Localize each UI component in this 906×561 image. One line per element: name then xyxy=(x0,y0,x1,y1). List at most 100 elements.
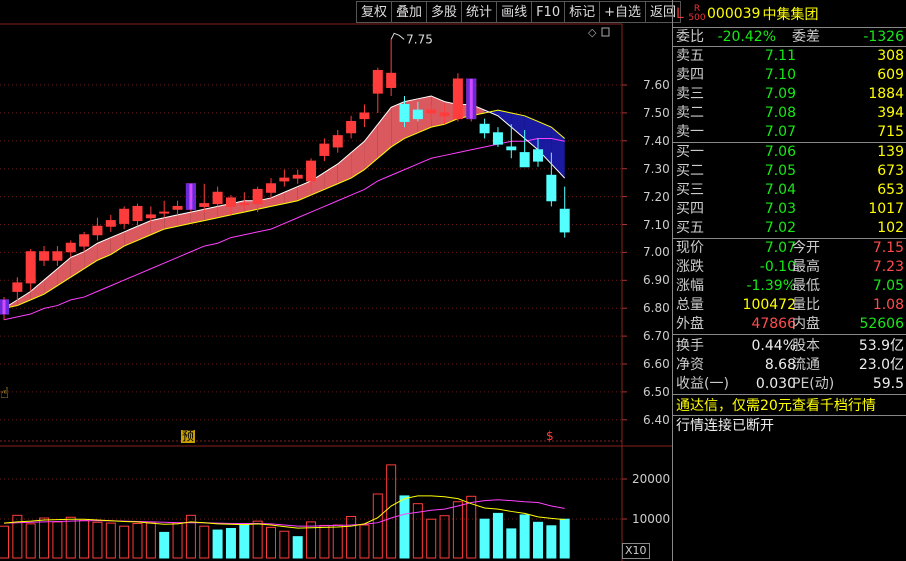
quote-stats: 现价 7.07 今开 7.15 涨跌 -0.10 最高 7.23 涨幅 -1.39% 最低 7.05 总… xyxy=(673,239,906,335)
volume-bar xyxy=(159,531,170,559)
candle-body xyxy=(225,197,236,207)
price-tick: 7.40 xyxy=(643,133,670,148)
candle-body xyxy=(212,191,223,205)
volume-bar xyxy=(266,526,276,559)
candle-body xyxy=(559,208,570,233)
price-tick: 6.60 xyxy=(643,357,670,371)
finance-stats: 换手 0.44% 股本 53.9亿 净资 8.68 流通 23.0亿 收益(一) 0.030 PE(… xyxy=(673,335,906,394)
candle-body xyxy=(39,251,50,261)
price-tick: 7.30 xyxy=(643,161,670,176)
candle-body xyxy=(519,152,530,168)
volume-tick: 10000 xyxy=(632,512,671,526)
volume-bar xyxy=(225,528,236,559)
price-tick: 7.00 xyxy=(643,245,670,260)
stock-code: 000039 xyxy=(707,5,761,22)
draw-line-button[interactable]: 画线 xyxy=(496,1,532,23)
candle-body xyxy=(479,123,490,134)
candle-body xyxy=(319,143,330,156)
volume-bar xyxy=(145,522,156,559)
market-tag: L xyxy=(676,5,684,22)
hand-cursor-icon: ☝ xyxy=(0,384,10,402)
candle-body xyxy=(506,146,517,151)
price-tick: 6.90 xyxy=(643,273,670,288)
volume-bar xyxy=(346,515,357,559)
candle-body xyxy=(372,69,383,94)
ad-banner[interactable]: 通达信，仅需20元查看千档行情 xyxy=(673,394,906,416)
finance-row: 净资 8.68 流通 23.0亿 xyxy=(676,357,904,373)
restore-rights-button[interactable]: 复权 xyxy=(356,1,392,23)
f10-button[interactable]: F10 xyxy=(531,1,565,23)
volume-bar xyxy=(399,495,410,559)
mark-button[interactable]: 标记 xyxy=(564,1,600,23)
volume-bar xyxy=(105,522,116,559)
candle-body xyxy=(199,203,210,207)
event-marker[interactable]: $ xyxy=(546,430,554,443)
volume-bar xyxy=(0,525,9,559)
bid-row: 买三 7.04 653 xyxy=(676,182,904,198)
volume-bar xyxy=(559,518,570,559)
candle-body xyxy=(105,220,116,227)
ask-row: 卖三 7.09 1884 xyxy=(676,86,904,102)
quote-row: 外盘 47866 内盘 52606 xyxy=(676,316,904,332)
forecast-marker[interactable]: 预 xyxy=(181,430,196,443)
candle-body xyxy=(79,234,90,247)
diamond-icon: ◇ xyxy=(588,26,597,39)
volume-bar xyxy=(466,495,477,559)
quote-row: 现价 7.07 今开 7.15 xyxy=(676,240,904,256)
toolbar: 复权 叠加 多股 统计 画线 F10 标记 +自选 返回 xyxy=(356,1,682,23)
ma-band xyxy=(511,112,525,139)
volume-bar xyxy=(439,515,450,559)
volume-bar xyxy=(279,530,290,559)
kline-chart[interactable]: 7.75 ◇ xyxy=(0,0,672,561)
volume-bar xyxy=(65,516,76,559)
candle-body xyxy=(492,132,503,145)
volume-bar xyxy=(25,523,36,559)
statistics-button[interactable]: 统计 xyxy=(461,1,497,23)
volume-bar xyxy=(372,493,383,559)
volume-unit-button[interactable]: X10 xyxy=(622,543,650,559)
volume-bar xyxy=(533,521,543,559)
candle-body xyxy=(132,205,143,222)
ma-band xyxy=(97,237,111,261)
volume-bar xyxy=(479,518,490,559)
candle-body xyxy=(412,109,423,120)
volume-bar xyxy=(92,521,103,559)
candle-body xyxy=(252,188,263,205)
ma-band xyxy=(110,231,125,255)
volume-bar xyxy=(519,514,530,559)
volume-bar xyxy=(332,524,343,559)
ask-row: 卖一 7.07 715 xyxy=(676,124,904,140)
stock-name: 中集集团 xyxy=(762,6,819,23)
price-tick: 6.50 xyxy=(643,384,670,399)
price-tick: 7.20 xyxy=(643,189,670,204)
volume-bar xyxy=(199,525,210,559)
volume-bar xyxy=(252,520,263,559)
overlay-button[interactable]: 叠加 xyxy=(391,1,427,23)
candle-body xyxy=(119,208,130,224)
quote-row: 总量 100472 量比 1.08 xyxy=(676,297,904,313)
high-pointer xyxy=(390,32,405,40)
volume-bar xyxy=(212,529,223,559)
volume-bar xyxy=(359,524,370,559)
weibi-row: 委比 -20.42% 委差 -1326 xyxy=(673,28,906,47)
quote-row: 涨幅 -1.39% 最低 7.05 xyxy=(676,278,904,294)
candle-body xyxy=(306,160,317,182)
candle-body xyxy=(25,251,36,284)
ask-row: 卖五 7.11 308 xyxy=(676,48,904,64)
multi-stock-button[interactable]: 多股 xyxy=(426,1,462,23)
candle-body xyxy=(92,225,103,236)
high-label: 7.75 xyxy=(406,32,433,46)
bid-row: 买四 7.03 1017 xyxy=(676,201,904,217)
candle-highlight xyxy=(189,183,193,210)
bid-row: 买一 7.06 139 xyxy=(676,144,904,160)
volume-bar xyxy=(426,518,437,559)
candle-body xyxy=(239,203,250,206)
ask-row: 卖四 7.10 609 xyxy=(676,67,904,83)
ask-row: 卖二 7.08 394 xyxy=(676,105,904,121)
volume-tick: 20000 xyxy=(632,472,671,486)
price-tick: 6.80 xyxy=(643,301,670,316)
volume-bar xyxy=(119,525,130,559)
add-watchlist-button[interactable]: +自选 xyxy=(599,1,646,23)
stock-header: L R 500 000039 中集集团 xyxy=(673,0,906,28)
quote-panel: L R 500 000039 中集集团 委比 -20.42% 委差 -1326 卖… xyxy=(672,0,906,561)
